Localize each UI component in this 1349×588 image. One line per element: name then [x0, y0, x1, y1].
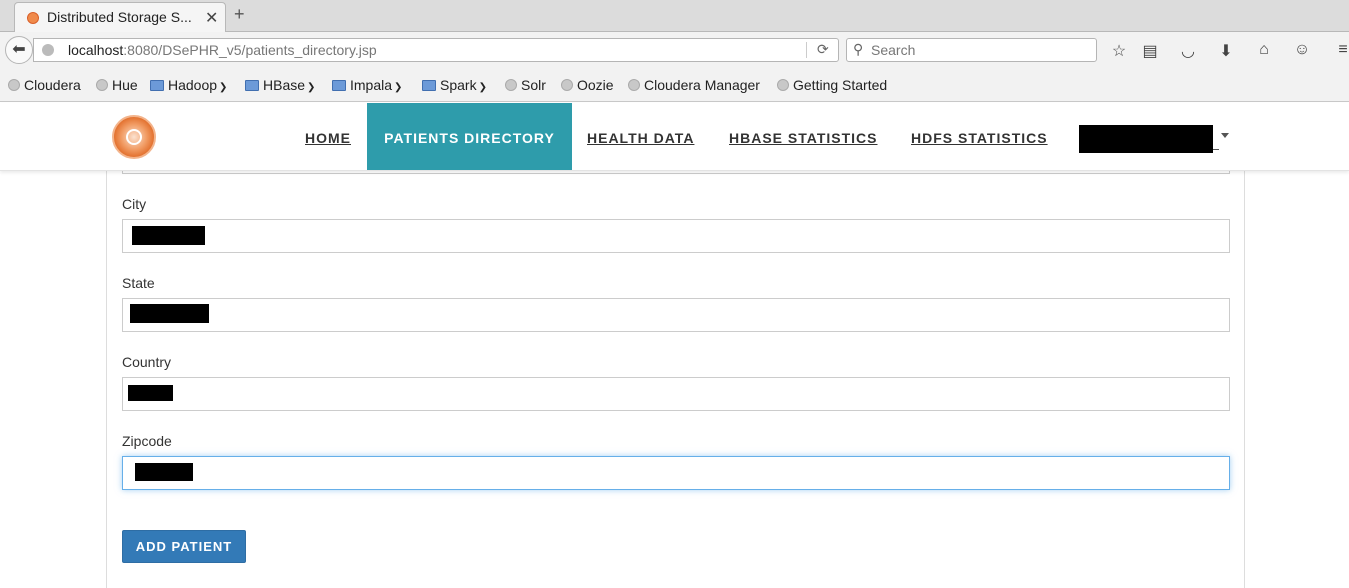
bookmark-label: Cloudera — [24, 77, 81, 93]
bookmark-hue[interactable]: Hue — [96, 77, 138, 93]
user-menu-underline — [1213, 149, 1219, 150]
city-label: City — [122, 196, 147, 212]
bookmark-folder-spark[interactable]: Spark ❯ — [422, 77, 487, 93]
state-value-redacted — [130, 304, 209, 323]
bookmark-label: HBase — [263, 77, 306, 93]
new-tab-icon[interactable]: + — [234, 4, 245, 25]
nav-home[interactable]: HOME — [305, 103, 351, 170]
country-value-redacted — [128, 385, 173, 401]
city-value-redacted — [132, 226, 205, 245]
navigation-toolbar: localhost:8080/DSePHR_v5/patients_direct… — [0, 32, 1349, 69]
logo-ring — [126, 129, 142, 145]
bookmarks-toolbar: Cloudera Hue Hadoop ❯ HBase ❯ Impala ❯ Spar… — [0, 69, 1349, 102]
bookmark-oozie[interactable]: Oozie — [561, 77, 614, 93]
close-tab-icon[interactable]: ✕ — [205, 8, 218, 28]
url-separator — [806, 42, 807, 58]
globe-icon — [777, 79, 789, 91]
globe-icon — [42, 44, 54, 56]
state-label: State — [122, 275, 155, 291]
zipcode-field[interactable] — [122, 456, 1230, 490]
url-host: localhost — [68, 42, 124, 58]
menu-icon[interactable]: ≡ — [1333, 41, 1349, 59]
bookmark-label: Impala — [350, 77, 393, 93]
bookmark-label: Spark — [440, 77, 477, 93]
bookmark-cloudera[interactable]: Cloudera — [8, 77, 81, 93]
back-icon[interactable]: ⬅ — [5, 36, 33, 64]
bookmark-label: Cloudera Manager — [644, 77, 760, 93]
folder-icon — [332, 80, 346, 91]
site-navbar: HOME PATIENTS DIRECTORY HEALTH DATA HBAS… — [0, 103, 1349, 171]
site-favicon-icon — [27, 12, 39, 24]
bookmark-label: Solr — [521, 77, 546, 93]
tab-title: Distributed Storage S... — [47, 9, 192, 25]
site-logo-icon[interactable] — [112, 115, 156, 159]
globe-icon — [628, 79, 640, 91]
add-patient-button[interactable]: ADD PATIENT — [122, 530, 246, 563]
folder-icon — [422, 80, 436, 91]
nav-hbase-statistics[interactable]: HBASE STATISTICS — [729, 103, 878, 170]
chevron-down-icon: ❯ — [307, 82, 316, 93]
browser-tab[interactable]: Distributed Storage S... ✕ — [14, 2, 226, 32]
search-placeholder: Search — [871, 42, 916, 58]
url-text: localhost:8080/DSePHR_v5/patients_direct… — [68, 42, 377, 58]
folder-icon — [150, 80, 164, 91]
url-path: :8080/DSePHR_v5/patients_directory.jsp — [123, 42, 377, 58]
bookmark-label: Hadoop — [168, 77, 218, 93]
country-field[interactable] — [122, 377, 1230, 411]
country-label: Country — [122, 354, 172, 370]
bookmark-label: Getting Started — [793, 77, 888, 93]
nav-patients-directory[interactable]: PATIENTS DIRECTORY — [367, 103, 572, 170]
star-icon[interactable]: ☆ — [1109, 41, 1129, 61]
nav-hdfs-statistics[interactable]: HDFS STATISTICS — [911, 103, 1048, 170]
globe-icon — [505, 79, 517, 91]
search-input[interactable]: ⚲ Search — [846, 38, 1097, 62]
folder-icon — [245, 80, 259, 91]
bookmark-cloudera-manager[interactable]: Cloudera Manager — [628, 77, 760, 93]
globe-icon — [96, 79, 108, 91]
bookmark-solr[interactable]: Solr — [505, 77, 546, 93]
nav-health-data[interactable]: HEALTH DATA — [587, 103, 694, 170]
reading-list-icon[interactable]: ▤ — [1140, 41, 1160, 61]
city-field[interactable] — [122, 219, 1230, 253]
zipcode-label: Zipcode — [122, 433, 172, 449]
chevron-down-icon: ❯ — [394, 82, 403, 93]
state-field[interactable] — [122, 298, 1230, 332]
zipcode-value-redacted — [135, 463, 193, 481]
globe-icon — [8, 79, 20, 91]
reload-icon[interactable]: ⟳ — [817, 41, 829, 58]
chevron-down-icon[interactable] — [1221, 133, 1229, 138]
bookmark-folder-hadoop[interactable]: Hadoop ❯ — [150, 77, 227, 93]
home-icon[interactable]: ⌂ — [1254, 41, 1274, 59]
patient-form: City State Country Zipcode ADD PATIENT — [106, 160, 1245, 588]
bookmark-folder-hbase[interactable]: HBase ❯ — [245, 77, 315, 93]
chevron-down-icon: ❯ — [478, 82, 487, 93]
search-icon: ⚲ — [853, 41, 864, 57]
user-menu-redacted[interactable] — [1079, 125, 1213, 153]
pocket-icon[interactable]: ◡ — [1178, 41, 1198, 61]
download-icon[interactable]: ⬇ — [1216, 41, 1236, 61]
chevron-down-icon: ❯ — [219, 82, 228, 93]
bookmark-folder-impala[interactable]: Impala ❯ — [332, 77, 402, 93]
chat-icon[interactable]: ☺ — [1292, 41, 1312, 59]
globe-icon — [561, 79, 573, 91]
url-bar[interactable]: localhost:8080/DSePHR_v5/patients_direct… — [33, 38, 839, 62]
bookmark-getting-started[interactable]: Getting Started — [777, 77, 887, 93]
bookmark-label: Hue — [112, 77, 138, 93]
tab-strip: Distributed Storage S... ✕ + — [0, 0, 1349, 32]
bookmark-label: Oozie — [577, 77, 614, 93]
